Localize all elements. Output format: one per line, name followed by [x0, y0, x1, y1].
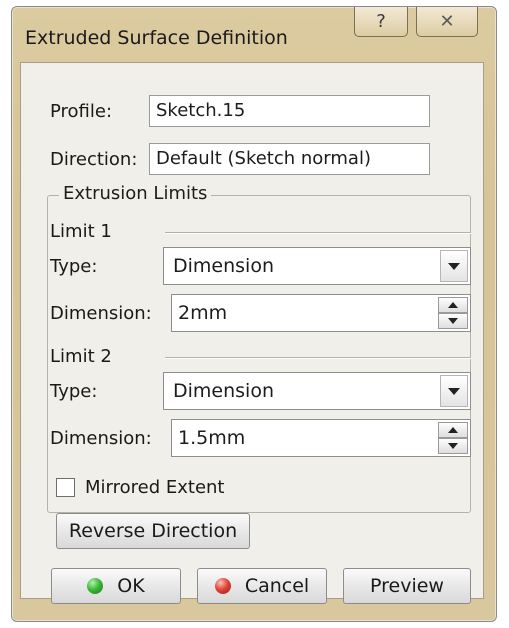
- direction-field[interactable]: Default (Sketch normal): [149, 143, 430, 175]
- dialog-title: Extruded Surface Definition: [25, 27, 288, 49]
- limit2-dimension-value: 1.5mm: [178, 427, 246, 449]
- mirrored-extent-checkbox[interactable]: [56, 478, 75, 497]
- limit2-type-value: Dimension: [173, 380, 274, 402]
- spin-up-icon[interactable]: [438, 422, 468, 438]
- close-x-icon: ✕: [439, 11, 455, 32]
- profile-label: Profile:: [50, 101, 113, 122]
- limit1-type-value: Dimension: [173, 255, 274, 277]
- limit1-type-label: Type:: [50, 256, 98, 277]
- spin-up-icon[interactable]: [438, 297, 468, 313]
- spinner-buttons: [438, 297, 468, 329]
- reverse-direction-button[interactable]: Reverse Direction: [56, 513, 250, 549]
- limit1-dimension-spinner[interactable]: 2mm: [171, 294, 471, 332]
- limit1-separator: [165, 232, 471, 234]
- cancel-label: Cancel: [244, 575, 310, 597]
- limit2-type-label: Type:: [50, 381, 98, 402]
- limit1-dimension-label: Dimension:: [50, 303, 152, 324]
- spinner-buttons: [438, 422, 468, 454]
- close-button[interactable]: ✕: [416, 7, 478, 37]
- extrusion-limits-title: Extrusion Limits: [59, 183, 212, 204]
- limit2-separator: [165, 357, 471, 359]
- green-dot-icon: [87, 578, 104, 594]
- profile-field[interactable]: Sketch.15: [149, 95, 430, 127]
- ok-button[interactable]: OK: [51, 568, 181, 604]
- dialog-window: Extruded Surface Definition ? ✕ Profile:…: [11, 6, 497, 622]
- limit2-dimension-spinner[interactable]: 1.5mm: [171, 419, 471, 457]
- cancel-button[interactable]: Cancel: [197, 568, 327, 604]
- limit2-dimension-label: Dimension:: [50, 428, 152, 449]
- dropdown-arrow-icon[interactable]: [440, 375, 468, 407]
- preview-button[interactable]: Preview: [343, 568, 471, 604]
- dropdown-arrow-icon[interactable]: [440, 250, 468, 282]
- help-button[interactable]: ?: [354, 7, 408, 37]
- limit1-title: Limit 1: [50, 221, 112, 242]
- spin-down-icon[interactable]: [438, 438, 468, 454]
- limit2-title: Limit 2: [50, 346, 112, 367]
- mirrored-extent-label[interactable]: Mirrored Extent: [85, 477, 224, 498]
- question-mark-icon: ?: [376, 11, 386, 32]
- dialog-body: Profile: Sketch.15 Direction: Default (S…: [20, 62, 484, 604]
- spin-down-icon[interactable]: [438, 313, 468, 329]
- ok-label: OK: [117, 575, 145, 597]
- direction-label: Direction:: [50, 149, 138, 170]
- limit1-type-select[interactable]: Dimension: [163, 247, 471, 285]
- limit1-dimension-value: 2mm: [178, 302, 228, 324]
- limit2-type-select[interactable]: Dimension: [163, 372, 471, 410]
- red-dot-icon: [214, 578, 231, 594]
